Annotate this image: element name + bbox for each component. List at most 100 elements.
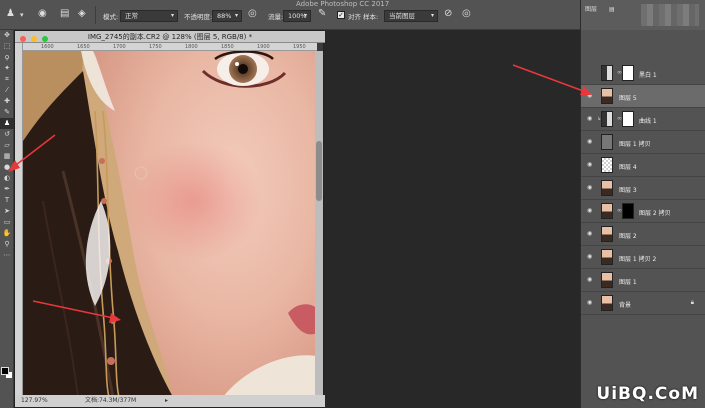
opacity-label: 不透明度: xyxy=(184,13,213,21)
photoshop-window: Adobe Photoshop CC 2017 ♟ ▾ ◉ ▤ ◈ 模式: 正常… xyxy=(0,0,705,408)
brush-preset-chevron-icon[interactable]: ▾ xyxy=(20,11,24,19)
layer-name[interactable]: 背景 xyxy=(619,300,631,309)
type-tool-icon[interactable]: T xyxy=(0,195,14,206)
vertical-scrollbar[interactable] xyxy=(315,51,323,397)
close-window-icon[interactable] xyxy=(20,36,26,42)
mode-select[interactable]: 正常 xyxy=(120,10,178,22)
opacity-input[interactable]: 88% xyxy=(212,10,242,22)
brush-settings-icon[interactable]: ◉ xyxy=(38,8,47,19)
clone-stamp-icon[interactable]: ♟ xyxy=(6,8,15,19)
document-window: IMG_2745的副本.CR2 @ 128% (图层 5, RGB/8) * 1… xyxy=(14,30,325,408)
sample-select[interactable]: 当前图层 xyxy=(384,10,438,22)
hand-tool-icon[interactable]: ✋ xyxy=(0,228,14,239)
annotation-arrow-toolbar xyxy=(8,134,56,172)
quick-select-tool-icon[interactable]: ✦ xyxy=(0,63,14,74)
layer-name[interactable]: 图层 2 拷贝 xyxy=(639,208,671,217)
clone-stamp-tool-icon[interactable]: ♟ xyxy=(0,118,14,129)
image-canvas[interactable] xyxy=(23,51,317,397)
layer-mask-thumbnail[interactable] xyxy=(622,65,634,81)
ruler-tick-label: 1950 xyxy=(293,44,306,50)
layer-row[interactable]: ◉ 图层 3 xyxy=(581,177,705,200)
ignore-adjustment-icon[interactable]: ⊘ xyxy=(444,8,452,19)
brush-tool-icon[interactable]: ✎ xyxy=(0,107,14,118)
layers-tab[interactable]: 图层 xyxy=(585,6,597,13)
visibility-eye-icon[interactable]: ◉ xyxy=(587,185,595,191)
layer-name[interactable]: 图层 4 xyxy=(619,162,637,171)
zoom-tool-icon[interactable]: ⚲ xyxy=(0,239,14,250)
pressure-opacity-icon[interactable]: ◎ xyxy=(248,8,257,19)
visibility-eye-icon[interactable]: ◉ xyxy=(587,208,595,214)
layer-row[interactable]: ◉ 图层 5 xyxy=(581,85,705,108)
vertical-ruler[interactable] xyxy=(15,43,23,397)
layer-row[interactable]: ◉ ∞ 图层 2 拷贝 xyxy=(581,200,705,223)
layer-row[interactable]: ∞ 黑白 1 xyxy=(581,62,705,85)
layer-name[interactable]: 图层 5 xyxy=(619,93,637,102)
layer-row[interactable]: ◉ 图层 2 xyxy=(581,223,705,246)
layer-thumbnail[interactable] xyxy=(601,203,613,219)
flow-input[interactable]: 100% xyxy=(283,10,311,22)
layer-thumbnail[interactable] xyxy=(601,88,613,104)
crop-tool-icon[interactable]: ⌗ xyxy=(0,74,14,85)
layer-thumbnail[interactable] xyxy=(601,226,613,242)
zoom-window-icon[interactable] xyxy=(42,36,49,42)
aligned-label: 对齐 xyxy=(348,13,361,21)
visibility-eye-icon[interactable]: ◉ xyxy=(587,277,595,283)
layer-name[interactable]: 黑白 1 xyxy=(639,70,657,79)
layer-thumbnail[interactable] xyxy=(601,249,613,265)
status-arrow-icon[interactable]: ▸ xyxy=(165,395,168,407)
layer-name[interactable]: 图层 1 拷贝 2 xyxy=(619,254,656,263)
visibility-eye-icon[interactable]: ◉ xyxy=(587,231,595,237)
layer-row[interactable]: ◉ 图层 4 xyxy=(581,154,705,177)
document-title-bar[interactable]: IMG_2745的副本.CR2 @ 128% (图层 5, RGB/8) * xyxy=(15,31,325,43)
layer-thumbnail[interactable] xyxy=(601,65,613,81)
app-title: Adobe Photoshop CC 2017 xyxy=(296,0,390,8)
minimize-window-icon[interactable] xyxy=(31,36,38,42)
document-size[interactable]: 文档:74.3M/377M xyxy=(85,395,136,407)
toggle-clone-source-icon[interactable]: ◈ xyxy=(78,8,86,19)
layer-mask-thumbnail[interactable] xyxy=(622,111,634,127)
shape-tool-icon[interactable]: ▭ xyxy=(0,217,14,228)
move-tool-icon[interactable]: ✥ xyxy=(0,30,14,41)
layer-thumbnail[interactable] xyxy=(601,272,613,288)
layer-thumbnail[interactable] xyxy=(601,134,613,150)
visibility-eye-icon[interactable]: ◉ xyxy=(587,116,595,122)
layer-row[interactable]: ◉ 背景 🔒︎ xyxy=(581,292,705,315)
layer-name[interactable]: 图层 2 xyxy=(619,231,637,240)
layer-thumbnail[interactable] xyxy=(601,295,613,311)
visibility-eye-icon[interactable]: ◉ xyxy=(587,162,595,168)
status-bar: 127.97% 文档:74.3M/377M ▸ xyxy=(15,395,325,407)
visibility-eye-icon[interactable]: ◉ xyxy=(587,254,595,260)
eyedropper-tool-icon[interactable]: ⁄ xyxy=(0,85,14,96)
path-select-tool-icon[interactable]: ➤ xyxy=(0,206,14,217)
layer-name[interactable]: 图层 1 拷贝 xyxy=(619,139,651,148)
layers-list: ∞ 黑白 1 ◉ 图层 5 ◉ ↳ ∞ 曲线 1 ◉ 图层 1 拷贝 ◉ 图层 4 ◉ 图层 3 ◉ ∞ 图层 … xyxy=(581,62,705,315)
foreground-color-swatch[interactable] xyxy=(1,367,9,375)
visibility-eye-icon[interactable]: ◉ xyxy=(587,139,595,145)
layer-mask-thumbnail[interactable] xyxy=(622,203,634,219)
airbrush-icon[interactable]: ✎ xyxy=(318,8,326,19)
layer-thumbnail[interactable] xyxy=(601,111,613,127)
marquee-tool-icon[interactable]: ⬚ xyxy=(0,41,14,52)
pressure-size-icon[interactable]: ◎ xyxy=(462,8,471,19)
horizontal-ruler[interactable]: 1600 1650 1700 1750 1800 1850 1900 1950 xyxy=(23,43,317,51)
panel-tab-icon[interactable]: ▤ xyxy=(609,6,615,13)
layer-row[interactable]: ◉ ↳ ∞ 曲线 1 xyxy=(581,108,705,131)
pen-tool-icon[interactable]: ✒ xyxy=(0,184,14,195)
healing-brush-tool-icon[interactable]: ✚ xyxy=(0,96,14,107)
layer-thumbnail[interactable] xyxy=(601,180,613,196)
layer-name[interactable]: 曲线 1 xyxy=(639,116,657,125)
layer-row[interactable]: ◉ 图层 1 xyxy=(581,269,705,292)
more-tools-icon[interactable]: ⋯ xyxy=(0,250,14,261)
toggle-brush-panel-icon[interactable]: ▤ xyxy=(60,8,69,19)
layer-thumbnail[interactable] xyxy=(601,157,613,173)
zoom-level[interactable]: 127.97% xyxy=(21,395,48,407)
layer-name[interactable]: 图层 1 xyxy=(619,277,637,286)
lasso-tool-icon[interactable]: ϙ xyxy=(0,52,14,63)
layer-name[interactable]: 图层 3 xyxy=(619,185,637,194)
visibility-eye-icon[interactable]: ◉ xyxy=(587,300,595,306)
scrollbar-thumb[interactable] xyxy=(316,141,322,201)
layer-row[interactable]: ◉ 图层 1 拷贝 xyxy=(581,131,705,154)
aligned-checkbox[interactable]: ✓ xyxy=(337,11,345,19)
annotation-arrow-layers xyxy=(512,64,592,95)
layer-row[interactable]: ◉ 图层 1 拷贝 2 xyxy=(581,246,705,269)
